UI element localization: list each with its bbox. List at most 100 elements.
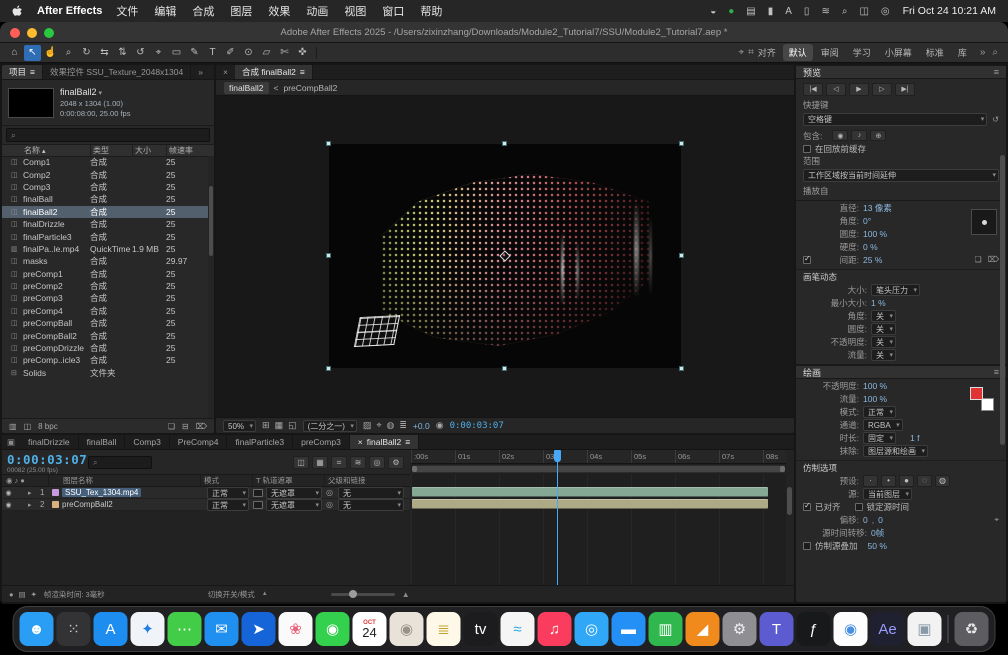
- menu-item[interactable]: 窗口: [382, 3, 404, 19]
- first-frame-button[interactable]: |◀: [803, 83, 823, 96]
- column-parent-link[interactable]: 父级和链接: [324, 475, 410, 486]
- project-row[interactable]: ◫ preComp2 合成 25: [2, 280, 208, 292]
- pixel-aspect-icon[interactable]: ⌖: [376, 420, 381, 431]
- selection-handle[interactable]: [326, 253, 331, 258]
- zoom-slider-thumb[interactable]: [349, 590, 357, 598]
- timeline-ruler[interactable]: :00s01s02s03s04s05s06s07s08s: [411, 450, 786, 464]
- workspace-tab[interactable]: 小屏幕: [879, 44, 918, 61]
- include-overlays-icon[interactable]: ⊕: [870, 130, 886, 141]
- project-row[interactable]: ◫ preComp1 合成 25: [2, 268, 208, 280]
- include-audio-icon[interactable]: ♪: [851, 130, 867, 141]
- lock-source-time-checkbox[interactable]: [855, 503, 863, 511]
- apple-menu-icon[interactable]: [12, 5, 23, 18]
- snap-grid-icon[interactable]: ⌗: [748, 47, 754, 58]
- timeline-tab[interactable]: PreComp4: [170, 435, 228, 449]
- duplicate-brush-icon[interactable]: ❏: [975, 255, 982, 264]
- resolution-select[interactable]: (二分之一): [303, 420, 357, 432]
- workspace-search-icon[interactable]: ⌕: [992, 47, 998, 58]
- siri-icon[interactable]: ◎: [881, 6, 890, 17]
- tab-composition[interactable]: 合成 finalBall2≡: [235, 65, 313, 79]
- keynote[interactable]: ▬: [612, 612, 646, 646]
- layer-label-chip[interactable]: [52, 489, 59, 496]
- include-video-icon[interactable]: ◉: [832, 130, 848, 141]
- last-frame-button[interactable]: ▶|: [895, 83, 915, 96]
- trash[interactable]: ♻: [955, 612, 989, 646]
- pan-camera-tool[interactable]: ⇆: [96, 45, 113, 61]
- project-item-name[interactable]: finalBall2: [60, 86, 130, 98]
- setting-value[interactable]: 100 %: [863, 381, 887, 391]
- setting-value[interactable]: 关: [871, 336, 896, 348]
- selection-handle[interactable]: [679, 366, 684, 371]
- safari[interactable]: ✦: [131, 612, 165, 646]
- workspace-tab[interactable]: 默认: [783, 44, 813, 61]
- setting-value[interactable]: 0 %: [863, 242, 878, 252]
- mail[interactable]: ✉: [205, 612, 239, 646]
- hand-tool[interactable]: ☝: [42, 45, 59, 61]
- source-time-shift-value[interactable]: 0帧: [871, 527, 884, 539]
- spotlight-icon[interactable]: ⌕: [842, 6, 848, 17]
- clone-preset-4-icon[interactable]: ◌: [917, 475, 932, 487]
- comp-flowchart-icon[interactable]: ◫: [293, 456, 309, 469]
- setting-value[interactable]: 固定: [863, 432, 896, 444]
- freeform[interactable]: ≈: [501, 612, 535, 646]
- timeline-tab[interactable]: preComp3: [293, 435, 350, 449]
- tab-effect-controls[interactable]: 效果控件 SSU_Texture_2048x1304: [43, 65, 191, 79]
- setting-value[interactable]: 正常: [863, 406, 896, 418]
- menu-clock[interactable]: Fri Oct 24 10:21 AM: [903, 5, 996, 17]
- project-row[interactable]: ◫ finalBall 合成 25: [2, 193, 208, 205]
- layer-label-chip[interactable]: [52, 501, 59, 508]
- selection-handle[interactable]: [679, 141, 684, 146]
- column-layer-name[interactable]: 图层名称: [48, 475, 200, 486]
- timeline-zoom-slider[interactable]: [331, 593, 395, 596]
- layer-visibility-icon[interactable]: ◉: [2, 489, 15, 497]
- workspace-tab[interactable]: 标准: [920, 44, 950, 61]
- selection-handle[interactable]: [502, 366, 507, 371]
- snapshot-icon[interactable]: ◉: [436, 420, 444, 431]
- spacing-checkbox[interactable]: [803, 256, 811, 264]
- frame-blending-icon[interactable]: ≋: [350, 456, 366, 469]
- tab-overflow-icon[interactable]: »: [191, 65, 210, 79]
- music[interactable]: ♫: [538, 612, 572, 646]
- clone-preset-5-icon[interactable]: ◍: [935, 475, 950, 487]
- zoom-tool[interactable]: ⌕: [60, 45, 77, 61]
- tab-close-icon[interactable]: ×: [358, 437, 363, 447]
- setting-value[interactable]: 100 %: [863, 229, 887, 239]
- timeline-search-input[interactable]: ⌕: [88, 456, 152, 469]
- render-time-icon[interactable]: ●: [9, 590, 14, 599]
- prev-frame-button[interactable]: ◁: [826, 83, 846, 96]
- layer-mode-select[interactable]: 正常: [207, 499, 249, 511]
- fast-preview-icon[interactable]: ≣: [399, 420, 407, 431]
- zoom-out-icon[interactable]: ▲: [262, 591, 268, 597]
- clone-stamp-tool[interactable]: ⊙: [240, 45, 257, 61]
- preview-panel-header[interactable]: 预览≡: [796, 65, 1006, 79]
- brush-dynamics-title[interactable]: 画笔动态: [796, 269, 1006, 283]
- interpret-footage-icon[interactable]: ▥: [9, 422, 17, 431]
- preserve-transparency-toggle[interactable]: [253, 489, 263, 497]
- magnification-select[interactable]: 50%: [223, 420, 256, 432]
- shape-tool[interactable]: ▭: [168, 45, 185, 61]
- battery-icon[interactable]: ▮: [768, 6, 774, 17]
- pickwhip-icon[interactable]: ◎: [326, 500, 338, 509]
- offset-target-icon[interactable]: ⌖: [994, 515, 999, 525]
- launchpad[interactable]: ⁙: [57, 612, 91, 646]
- column-mode[interactable]: 模式: [200, 475, 252, 486]
- project-row[interactable]: ◫ finalBall2 合成 25: [2, 206, 208, 218]
- composition-mini-icon[interactable]: ▤: [19, 590, 26, 599]
- proxy-icon[interactable]: ◫: [24, 422, 32, 431]
- menu-item[interactable]: 视图: [344, 3, 366, 19]
- next-frame-button[interactable]: ▷: [872, 83, 892, 96]
- notes[interactable]: ≣: [427, 612, 461, 646]
- delete-icon[interactable]: ⌦: [196, 422, 207, 431]
- clone-preset-3-icon[interactable]: ●: [899, 475, 914, 487]
- project-row[interactable]: ◫ preComp3 合成 25: [2, 292, 208, 304]
- clone-options-title[interactable]: 仿制选项: [796, 460, 1006, 474]
- work-area-end-handle[interactable]: [780, 466, 785, 472]
- layer-twirl-icon[interactable]: ▸: [28, 501, 40, 509]
- project-search-input[interactable]: ⌕: [6, 128, 210, 142]
- cache-before-playback-checkbox[interactable]: [803, 145, 811, 153]
- window-zoom-button[interactable]: [44, 28, 54, 38]
- puppet-pin-tool[interactable]: ✜: [294, 45, 311, 61]
- composition-canvas[interactable]: [216, 96, 794, 417]
- selection-handle[interactable]: [326, 141, 331, 146]
- snap-crosshair-icon[interactable]: ⌖: [738, 47, 744, 58]
